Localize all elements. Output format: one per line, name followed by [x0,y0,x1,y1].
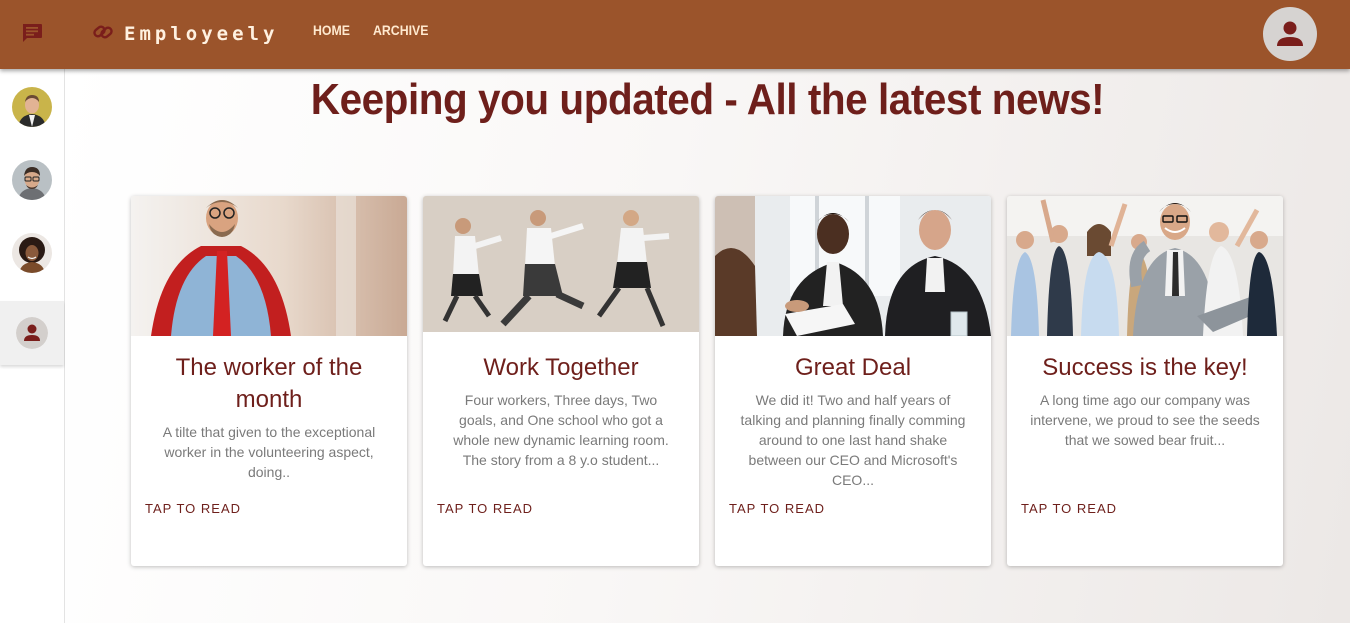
tap-to-read-button[interactable]: TAP TO READ [437,501,533,516]
running-team-image [423,196,699,336]
card-title: Success is the key! [1042,354,1248,381]
news-card[interactable]: The worker of the month A tilte that giv… [131,196,407,566]
avatar-man-glasses [12,160,52,200]
top-app-bar: Employeely HOME ARCHIVE [0,0,1350,69]
news-card[interactable]: Work Together Four workers, Three days, … [423,196,699,566]
account-avatar-button[interactable] [1263,7,1317,61]
card-title: The worker of the month [175,354,363,413]
sidebar-item-contact-3[interactable] [0,221,64,285]
brand[interactable]: Employeely [92,18,278,50]
page-title: Keeping you updated - All the latest new… [310,75,1105,124]
tap-to-read-button[interactable]: TAP TO READ [729,501,825,516]
handshake-image [715,196,991,336]
person-icon [16,317,48,349]
card-title: Work Together [483,354,639,381]
tap-to-read-button[interactable]: TAP TO READ [1021,501,1117,516]
nav-archive[interactable]: ARCHIVE [373,22,428,44]
nav-home[interactable]: HOME [313,22,350,44]
card-title: Great Deal [794,354,912,381]
sidebar-item-contact-1[interactable] [0,75,64,139]
tap-to-read-button[interactable]: TAP TO READ [145,501,241,516]
card-excerpt: A long time ago our company was interven… [1030,392,1260,448]
superhero-worker-image [131,196,407,336]
brand-name: Employeely [124,23,279,45]
avatar-woman-curly [12,233,52,273]
card-excerpt: Four workers, Three days, Two goals, and… [453,392,669,468]
sidebar-item-profile[interactable] [0,301,64,365]
person-icon [1277,21,1303,46]
card-excerpt: We did it! Two and half years of talking… [740,392,966,488]
news-content: Keeping you updated - All the latest new… [65,69,1350,623]
news-card[interactable]: Great Deal We did it! Two and half years… [715,196,991,566]
news-card[interactable]: Success is the key! A long time ago our … [1007,196,1283,566]
link-chain-icon [92,21,114,48]
avatar-man-suit [12,87,52,127]
main-nav: HOME ARCHIVE [313,22,436,44]
sidebar-item-contact-2[interactable] [0,148,64,212]
chat-icon[interactable] [16,19,48,47]
celebrating-team-image [1007,196,1283,336]
card-excerpt: A tilte that given to the exceptional wo… [162,424,376,480]
contacts-sidebar [0,69,65,623]
